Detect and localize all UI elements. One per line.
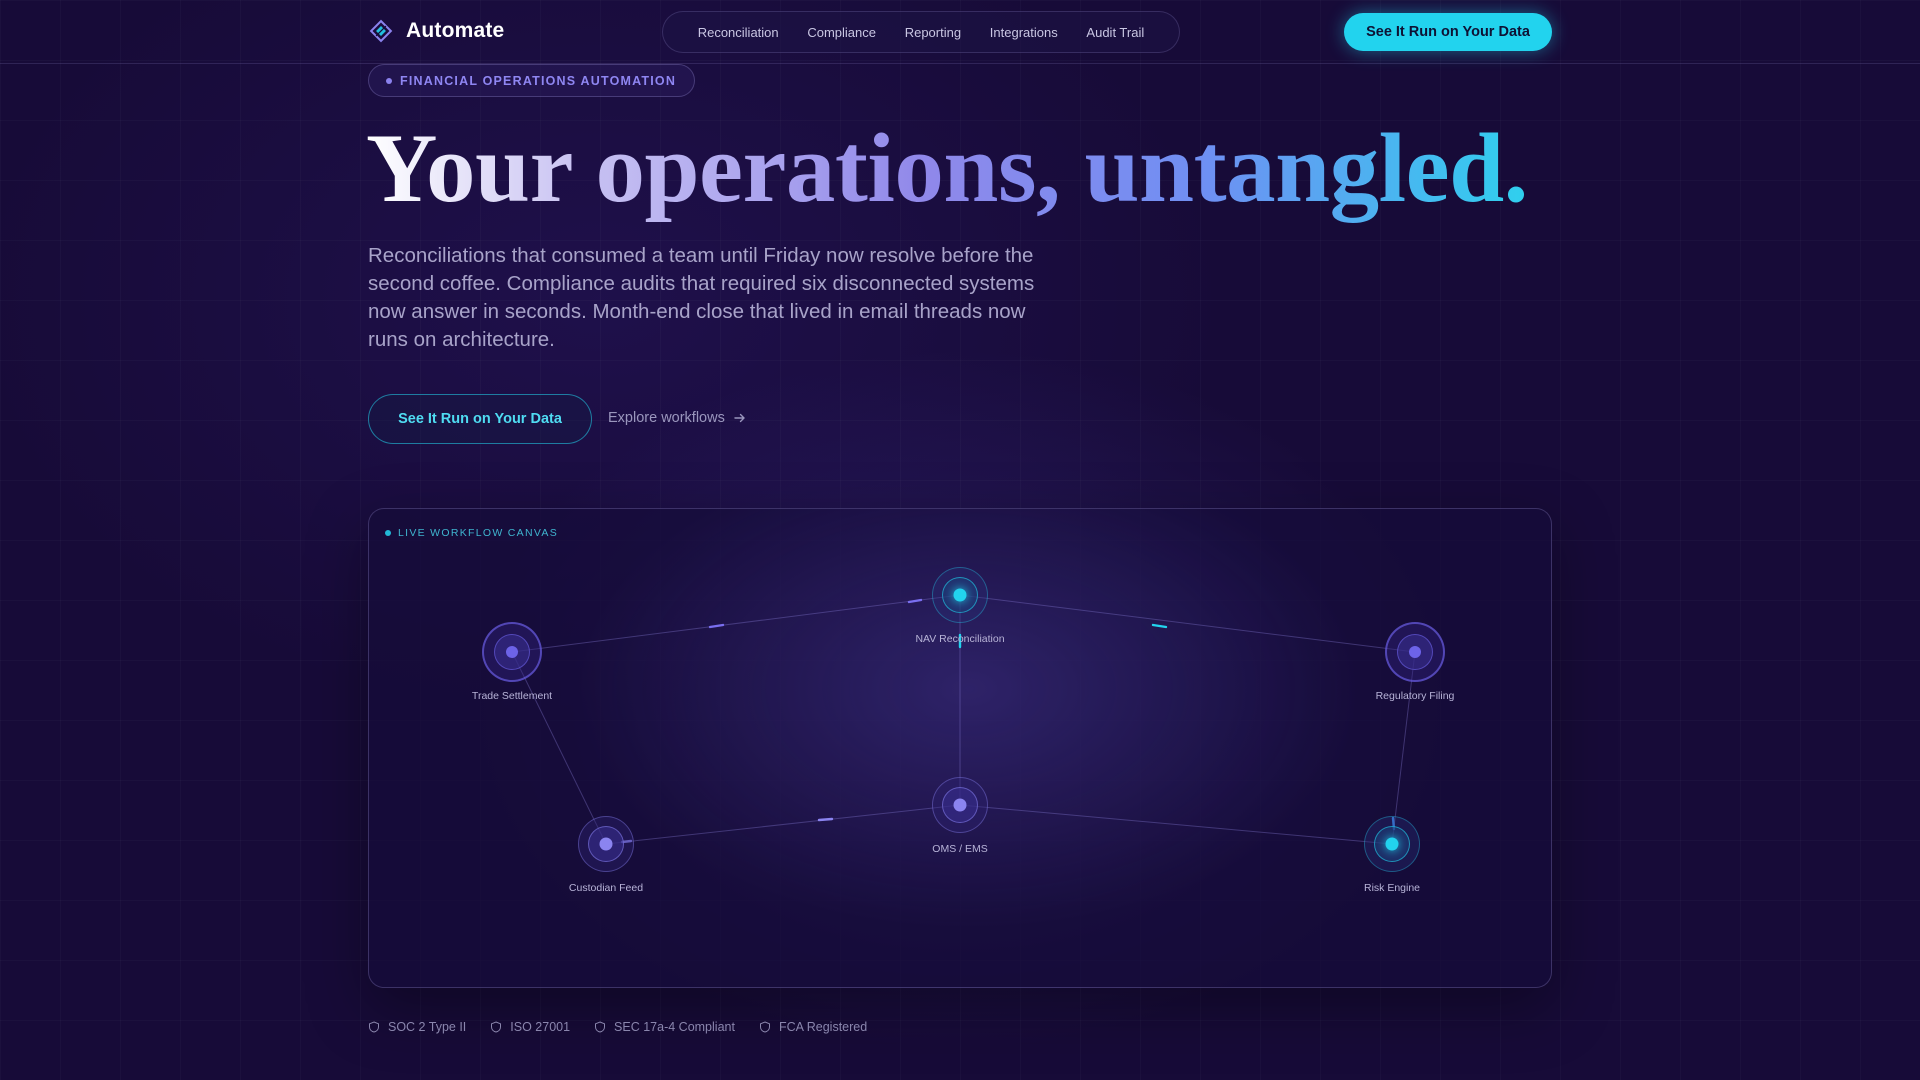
workflow-canvas[interactable]: LIVE WORKFLOW CANVAS NAV Reconciliation	[368, 508, 1552, 988]
hero-primary-cta-button[interactable]: See It Run on Your Data	[368, 394, 592, 444]
explore-workflows-link[interactable]: Explore workflows	[608, 410, 747, 426]
eyebrow-dot	[386, 77, 392, 84]
trust-badge-soc2: SOC 2 Type II	[368, 1020, 466, 1034]
nav-item-reconciliation[interactable]: Reconciliation	[698, 25, 779, 40]
explore-workflows-label: Explore workflows	[608, 410, 725, 426]
brand[interactable]: Automate	[368, 18, 504, 44]
trust-badge-fca: FCA Registered	[759, 1020, 867, 1034]
link-custodian-oms	[605, 804, 961, 845]
eyebrow-badge: FINANCIAL OPERATIONS AUTOMATION	[368, 64, 696, 97]
node-core	[953, 588, 967, 602]
site-header: Automate Reconciliation Compliance Repor…	[0, 0, 1920, 64]
node-label: OMS / EMS	[932, 843, 988, 855]
link-trade-nav	[511, 594, 961, 653]
shield-icon	[759, 1021, 770, 1033]
link-trade-custodian	[511, 651, 607, 845]
trust-badge-label: SOC 2 Type II	[388, 1020, 467, 1034]
node-core	[1385, 837, 1399, 851]
nav-item-audit-trail[interactable]: Audit Trail	[1086, 25, 1144, 40]
shield-icon	[595, 1021, 606, 1033]
header-cta-button[interactable]: See It Run on Your Data	[1344, 13, 1552, 51]
hero-headline: Your operations, untangled.	[366, 114, 1528, 223]
node-core	[953, 798, 967, 812]
node-label: Risk Engine	[1363, 882, 1421, 894]
node-core	[1409, 646, 1421, 658]
packet-nav-trade	[907, 598, 923, 604]
trust-badge-iso27001: ISO 27001	[490, 1020, 570, 1034]
packet-custodian-oms	[817, 817, 834, 822]
link-nav-reg	[959, 594, 1416, 653]
trust-badges: SOC 2 Type II ISO 27001 SEC 17a-4 Compli…	[368, 1020, 867, 1034]
nav-item-compliance[interactable]: Compliance	[807, 25, 876, 40]
nav-item-integrations[interactable]: Integrations	[990, 25, 1058, 40]
trust-badge-label: ISO 27001	[510, 1020, 571, 1034]
node-core	[599, 837, 613, 851]
nav-item-reporting[interactable]: Reporting	[905, 25, 961, 40]
node-label: Custodian Feed	[568, 882, 644, 894]
shield-icon	[369, 1021, 379, 1033]
arrow-right-icon	[734, 413, 745, 423]
node-label: NAV Reconciliation	[915, 633, 1005, 645]
packet-nav-reg	[1151, 623, 1168, 629]
trust-badge-sec17a4: SEC 17a-4 Compliant	[594, 1020, 735, 1034]
shield-icon	[491, 1021, 502, 1033]
node-core	[506, 646, 518, 658]
link-oms-risk	[959, 804, 1393, 845]
packet-trade-nav	[708, 623, 725, 629]
trust-badge-label: FCA Registered	[778, 1020, 868, 1034]
trust-badge-label: SEC 17a-4 Compliant	[614, 1020, 735, 1034]
node-label: Regulatory Filing	[1375, 690, 1455, 702]
eyebrow-text: FINANCIAL OPERATIONS AUTOMATION	[400, 73, 677, 88]
diamond-logo-icon	[369, 19, 393, 43]
main-nav: Reconciliation Compliance Reporting Inte…	[662, 11, 1180, 53]
hero-lead-paragraph: Reconciliations that consumed a team unt…	[368, 244, 1035, 351]
node-label: Trade Settlement	[471, 690, 553, 702]
brand-name: Automate	[406, 19, 505, 42]
